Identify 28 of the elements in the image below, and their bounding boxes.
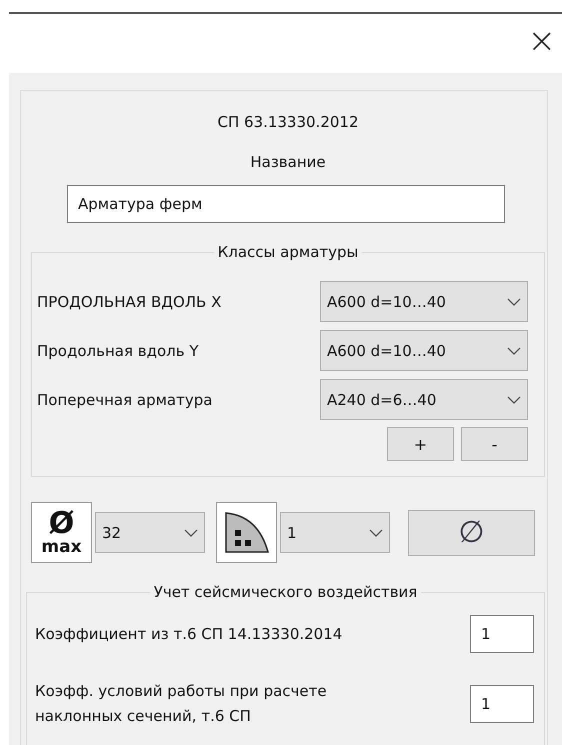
close-button[interactable]: × bbox=[522, 24, 562, 64]
chevron-down-icon bbox=[507, 346, 521, 354]
count-dropdown[interactable]: 1 bbox=[280, 512, 390, 553]
chevron-down-icon bbox=[507, 298, 521, 306]
remove-button[interactable]: - bbox=[461, 427, 528, 461]
diameter-dropdown[interactable]: 32 bbox=[95, 512, 205, 553]
norm-title: СП 63.13330.2012 bbox=[216, 113, 360, 131]
chevron-down-icon bbox=[507, 396, 521, 404]
section-corner-icon[interactable] bbox=[222, 510, 270, 556]
chevron-down-icon bbox=[369, 528, 383, 536]
coefficient-field[interactable]: 1 bbox=[470, 685, 534, 723]
name-field[interactable]: Арматура ферм bbox=[67, 185, 505, 223]
field-label: Поперечная арматура bbox=[37, 390, 212, 408]
class-dropdown[interactable]: A600 d=10…40 bbox=[320, 330, 528, 371]
class-dropdown[interactable]: A600 d=10…40 bbox=[320, 281, 528, 322]
name-label: Название bbox=[249, 153, 327, 171]
coefficient-field[interactable]: 1 bbox=[470, 615, 534, 653]
field-label: Продольная вдоль Y bbox=[37, 342, 198, 360]
chevron-down-icon bbox=[184, 528, 198, 536]
add-button[interactable]: + bbox=[387, 427, 454, 461]
coefficient-label: Коэфф. условий работы при расчете наклонных сечений, т.6 СП bbox=[35, 681, 328, 727]
coefficient-label: Коэффициент из т.6 СП 14.13330.2014 bbox=[35, 624, 344, 644]
classes-legend: Классы арматуры bbox=[214, 243, 362, 261]
diameter-button[interactable]: ∅ bbox=[408, 510, 535, 556]
class-dropdown[interactable]: A240 d=6…40 bbox=[320, 379, 528, 420]
max-diameter-button[interactable]: Ø max bbox=[31, 502, 92, 563]
seismic-legend: Учет сейсмического воздействия bbox=[150, 583, 422, 601]
field-label: ПРОДОЛЬНАЯ ВДОЛЬ X bbox=[37, 292, 222, 310]
